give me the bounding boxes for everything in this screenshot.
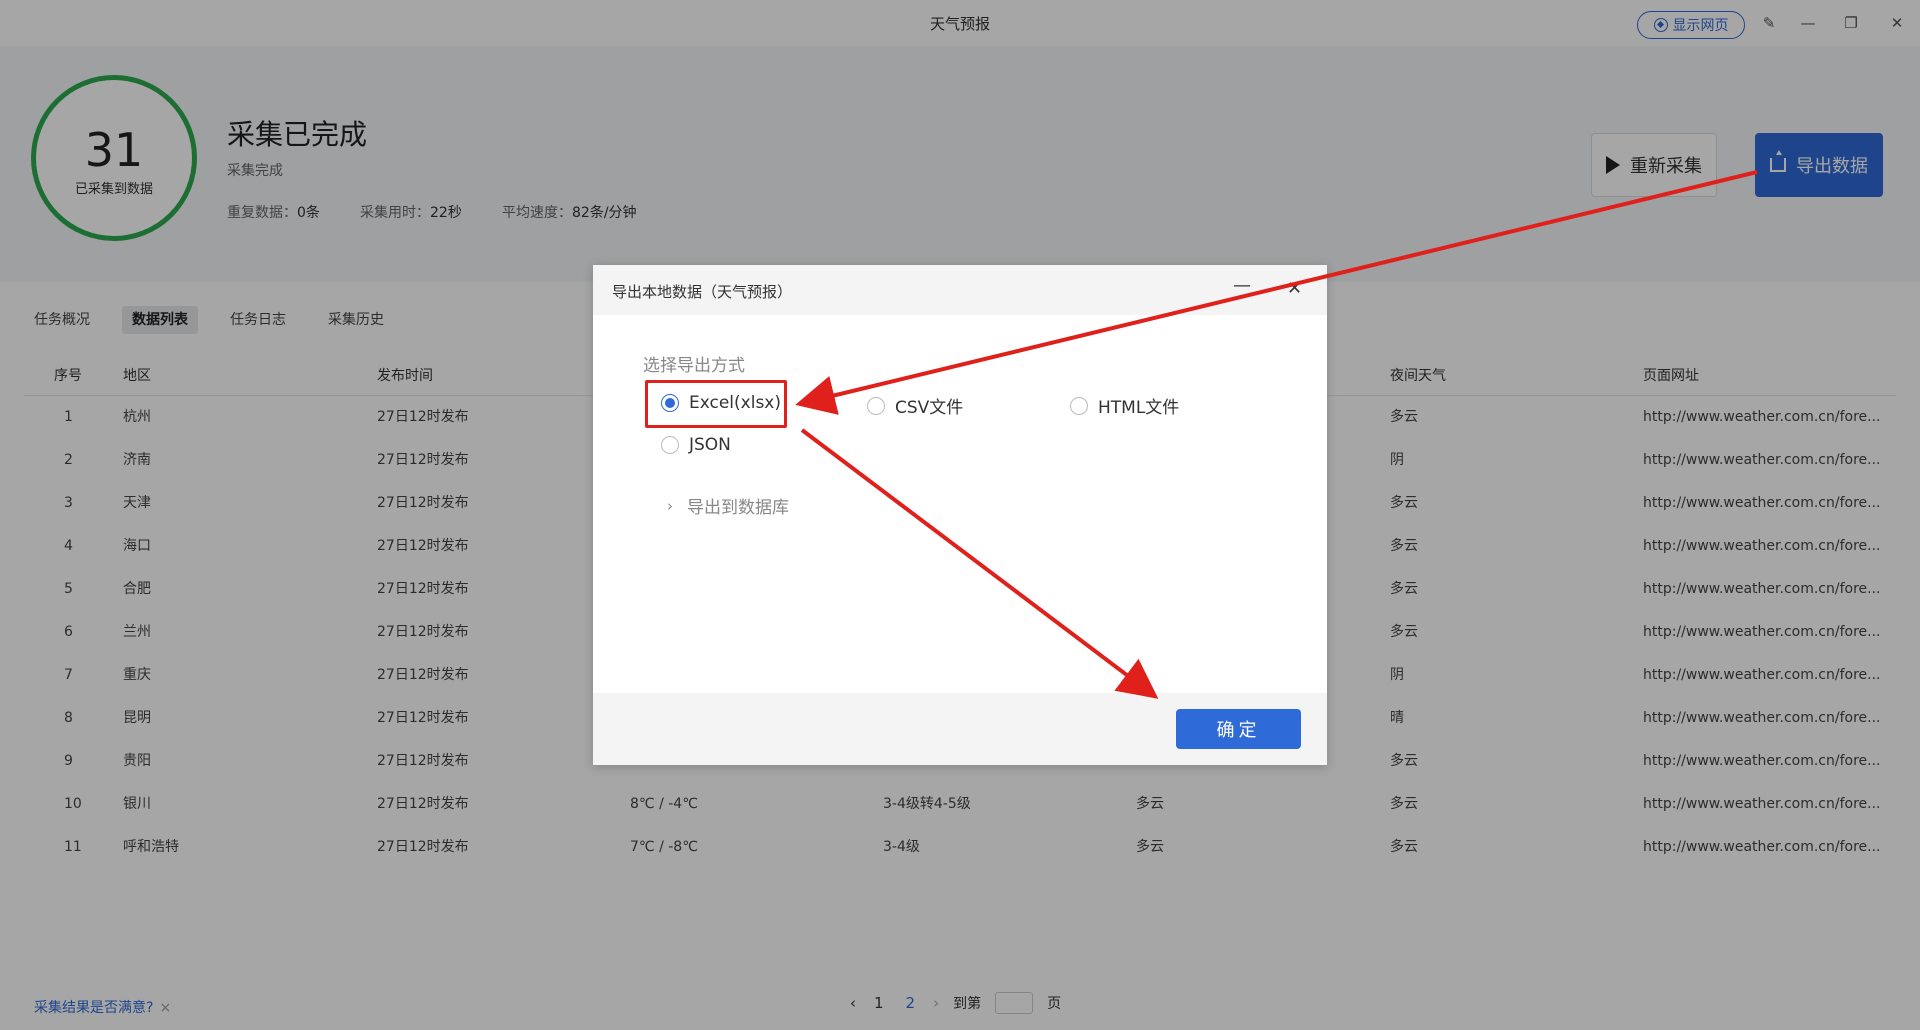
radio-json[interactable]: JSON [661,435,731,455]
radio-csv-label: CSV文件 [895,398,964,418]
export-to-database-toggle[interactable]: › 导出到数据库 [667,493,789,519]
confirm-button[interactable]: 确定 [1176,709,1301,749]
radio-dot [661,436,679,454]
annotation-highlight-box [645,380,787,428]
dialog-title: 导出本地数据（天气预报） [612,283,793,301]
export-dialog: 导出本地数据（天气预报） — ✕ 选择导出方式 Excel(xlsx) CSV文… [593,265,1327,765]
chevron-right-icon: › [667,496,673,515]
radio-html[interactable]: HTML文件 [1070,393,1179,418]
radio-html-label: HTML文件 [1098,398,1180,418]
dialog-close-icon[interactable]: ✕ [1287,278,1302,299]
radio-json-label: JSON [689,435,731,455]
export-method-label: 选择导出方式 [643,356,745,376]
dialog-minimize-icon[interactable]: — [1233,275,1251,296]
export-to-database-label: 导出到数据库 [687,498,789,518]
dialog-header: 导出本地数据（天气预报） — ✕ [593,265,1327,315]
radio-csv[interactable]: CSV文件 [867,393,963,418]
radio-dot [1070,396,1088,415]
radio-dot [867,396,885,415]
